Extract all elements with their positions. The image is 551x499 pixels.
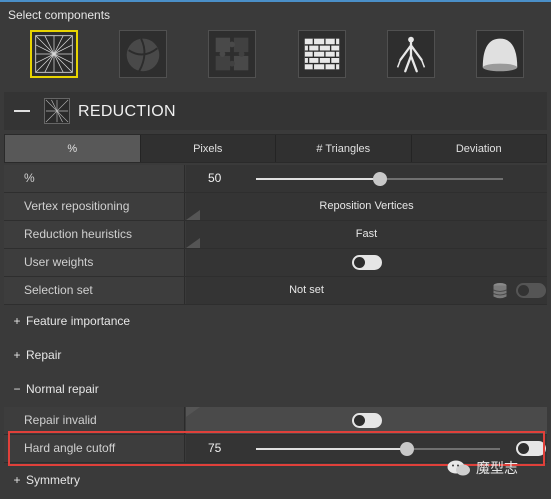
user-weights-row: User weights [4,249,547,277]
selection-set-value[interactable]: Not set [186,277,427,304]
reduction-heuristics-value: Fast [355,228,378,240]
user-weights-value-cell [186,249,547,276]
repair-label: Repair [26,348,62,362]
normal-repair-section[interactable]: − Normal repair [4,374,547,404]
wechat-logo-icon [447,460,470,476]
reduction-mode-tabs: % Pixels # Triangles Deviation [4,134,547,163]
sphere-component-icon [126,38,160,72]
database-icon[interactable] [492,282,508,300]
watermark: 魔型志 [446,458,518,478]
cell-corner-icon [186,407,200,417]
brick-wall-component-button[interactable] [298,30,346,78]
vertex-repositioning-row: Vertex repositioning Reposition Vertices [4,193,547,221]
percent-slider-thumb[interactable] [372,172,387,186]
tab-pixels[interactable]: Pixels [140,135,276,162]
expand-plus-icon: + [13,314,21,328]
percent-row: % 50 [4,165,547,193]
reduction-component-icon [35,35,73,73]
vertex-repositioning-dropdown[interactable]: Reposition Vertices [186,193,547,220]
tab-deviation[interactable]: Deviation [411,135,546,162]
toggle-knob [354,257,365,268]
dome-component-icon [482,38,518,72]
toggle-knob [354,415,365,426]
selection-set-toggle[interactable] [516,283,546,298]
percent-value[interactable]: 50 [208,165,221,192]
user-weights-label: User weights [4,249,185,276]
dome-component-button[interactable] [476,30,524,78]
brick-wall-component-icon [304,38,340,70]
reduction-heuristics-row: Reduction heuristics Fast [4,221,547,249]
reduction-component-button[interactable] [30,30,78,78]
collapse-minus-icon: − [13,382,21,396]
toggle-knob [518,285,529,296]
puzzle-component-icon [215,37,249,71]
selection-set-row: Selection set Not set [4,277,547,305]
vertex-repositioning-label: Vertex repositioning [4,193,185,220]
watermark-text: 魔型志 [476,460,518,476]
collapse-minus-icon[interactable] [14,110,30,112]
expand-plus-icon: + [13,348,21,362]
reduction-small-icon [44,98,70,124]
reduction-section-header[interactable]: REDUCTION [4,92,547,130]
percent-value-cell: 50 [186,165,547,192]
user-weights-toggle[interactable] [352,255,382,270]
sphere-component-button[interactable] [119,30,167,78]
selection-set-value-cell: Not set [186,277,547,304]
repair-invalid-label: Repair invalid [4,407,185,434]
percent-slider[interactable] [256,172,503,186]
reduction-heuristics-label: Reduction heuristics [4,221,185,248]
select-components-title: Select components [8,8,111,22]
component-selector [30,30,530,80]
reduction-heuristics-dropdown[interactable]: Fast [186,221,547,248]
reduction-title: REDUCTION [78,103,176,120]
tab-percent[interactable]: % [5,135,141,162]
symmetry-label: Symmetry [26,473,80,487]
skeleton-component-button[interactable] [387,30,435,78]
selection-set-label: Selection set [4,277,185,304]
feature-importance-label: Feature importance [26,314,131,328]
vertex-repositioning-value: Reposition Vertices [319,200,414,212]
repair-invalid-value-cell [186,407,547,434]
normal-repair-label: Normal repair [26,382,99,396]
feature-importance-section[interactable]: + Feature importance [4,306,547,336]
skeleton-component-icon [396,36,426,73]
percent-slider-fill [256,178,380,180]
puzzle-component-button[interactable] [208,30,256,78]
repair-invalid-toggle[interactable] [352,413,382,428]
tab-triangles[interactable]: # Triangles [276,135,412,162]
repair-section[interactable]: + Repair [4,340,547,370]
expand-plus-icon: + [13,473,21,487]
top-accent-line [0,0,551,2]
percent-label: % [4,165,185,192]
